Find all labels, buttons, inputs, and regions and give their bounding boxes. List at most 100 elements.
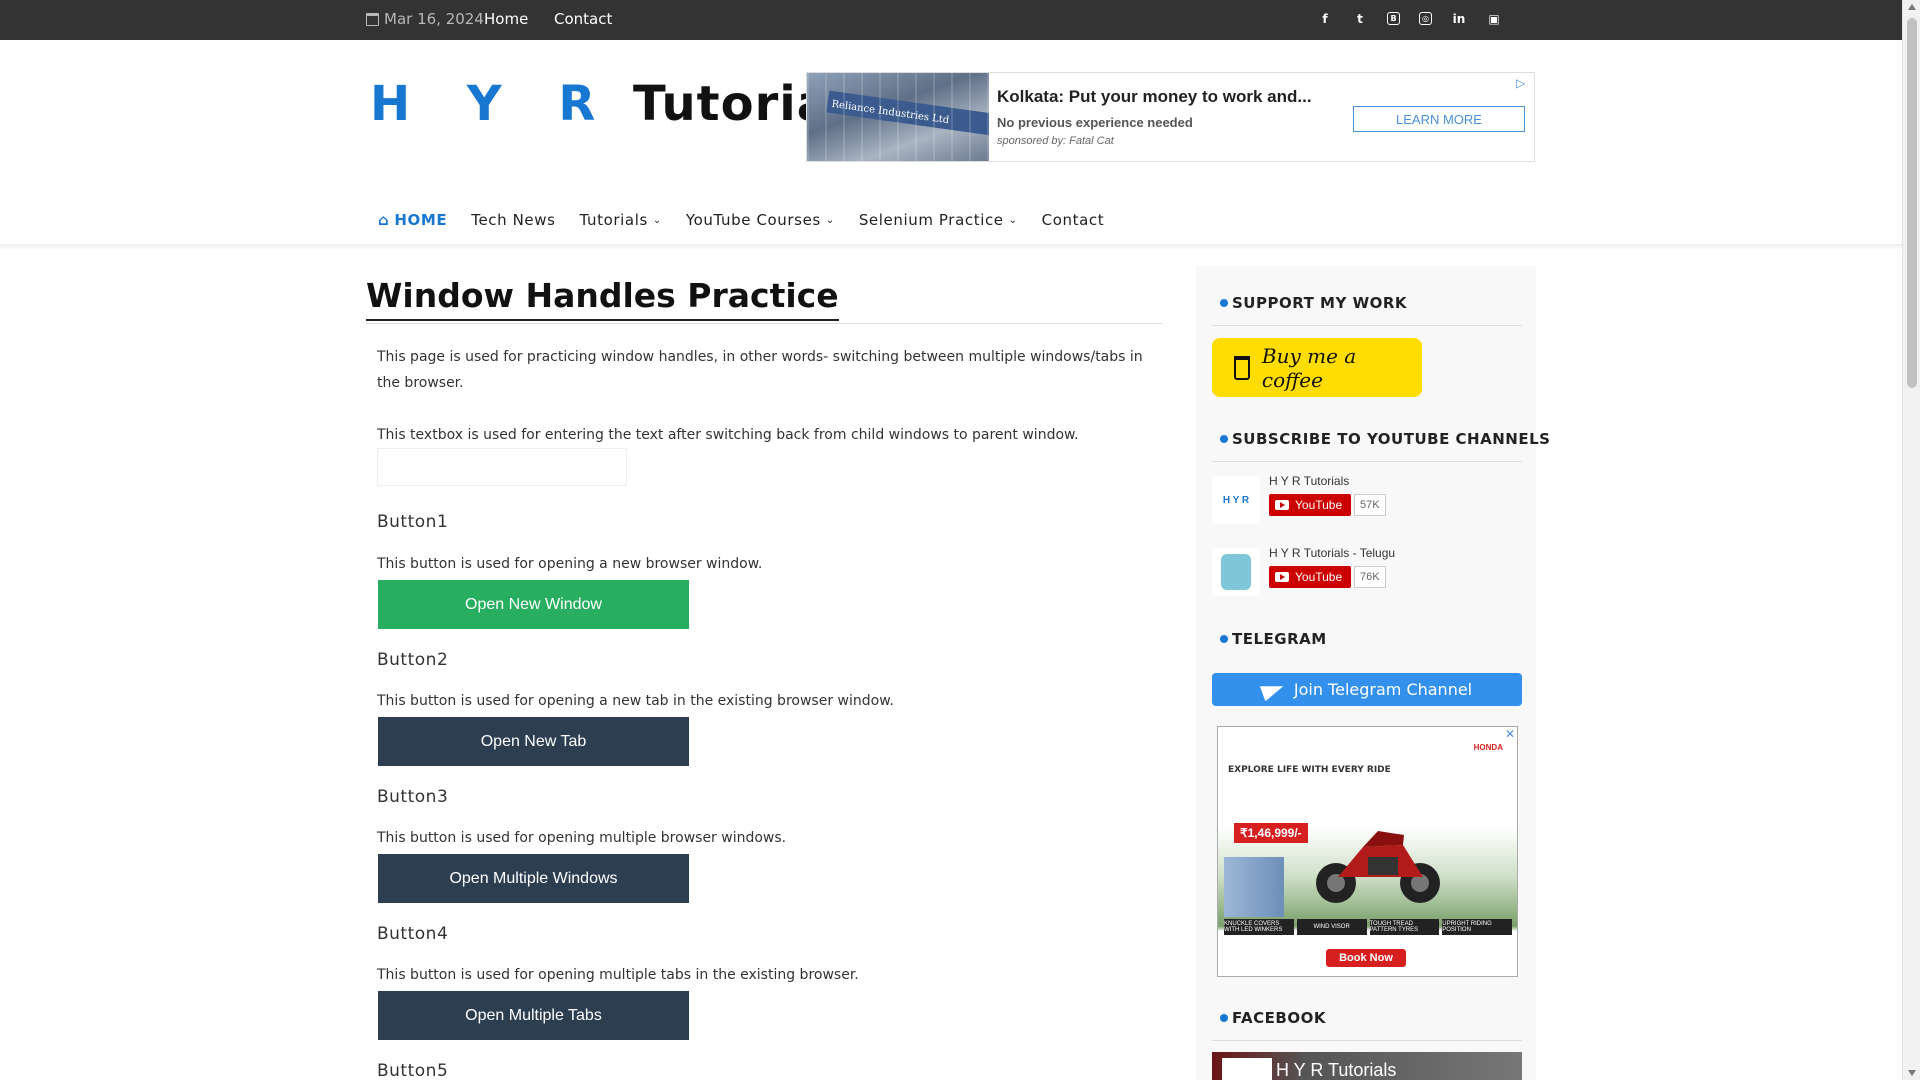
instagram-icon[interactable]: ◎ <box>1419 12 1432 25</box>
ad-image-sign: Reliance Industries Ltd <box>830 98 950 127</box>
nav-item-tech-news[interactable]: Tech News <box>471 211 555 229</box>
nav-item-label: Tech News <box>471 211 556 229</box>
social-links: f t B ◎ in ▣ <box>1317 11 1502 27</box>
channel-avatar[interactable] <box>1212 548 1260 596</box>
facebook-heading: FACEBOOK <box>1220 1009 1326 1027</box>
channel-avatar-text: H Y R <box>1222 494 1250 506</box>
sidebar-ad[interactable]: ✕ HONDA EXPLORE LIFE WITH EVERY RIDE ₹1,… <box>1217 726 1518 977</box>
ad-image: Reliance Industries Ltd <box>807 73 989 161</box>
topbar-link-contact[interactable]: Contact <box>554 10 612 28</box>
title-divider <box>366 323 1162 324</box>
channel-name[interactable]: H Y R Tutorials - Telugu <box>1269 546 1395 560</box>
button1-description: This button is used for opening a new br… <box>377 556 763 572</box>
button2-heading: Button2 <box>377 650 449 670</box>
motorcycle-image <box>1316 831 1440 903</box>
robot-icon <box>1221 554 1251 590</box>
open-multiple-windows-button[interactable]: Open Multiple Windows <box>378 854 689 903</box>
nav-item-tutorials[interactable]: Tutorials ⌄ <box>580 211 662 229</box>
nav-item-label: HOME <box>394 211 448 229</box>
button1-heading: Button1 <box>377 512 449 532</box>
ad-learn-more-button[interactable]: LEARN MORE <box>1353 106 1525 132</box>
join-telegram-button[interactable]: Join Telegram Channel <box>1212 673 1522 706</box>
youtube-subscribe-button[interactable]: YouTube <box>1269 566 1351 588</box>
close-icon[interactable]: ✕ <box>1505 727 1515 741</box>
open-multiple-tabs-button[interactable]: Open Multiple Tabs <box>378 991 689 1040</box>
nav-item-contact[interactable]: Contact <box>1042 211 1105 229</box>
facebook-page-thumbnail <box>1222 1058 1272 1080</box>
nav-item-label: Contact <box>1041 211 1105 229</box>
nav-item-label: YouTube Courses <box>685 211 821 229</box>
facebook-icon[interactable]: f <box>1317 11 1333 27</box>
ad-subtext: No previous experience needed <box>997 115 1193 130</box>
header-ad[interactable]: Reliance Industries Ltd Kolkata: Put you… <box>806 72 1535 162</box>
linkedin-icon[interactable]: in <box>1451 11 1467 27</box>
bullet-icon <box>1220 299 1228 307</box>
building-image <box>1224 857 1284 917</box>
youtube-play-icon <box>1275 500 1289 510</box>
site-logo[interactable]: H Y R Tutorials <box>370 76 877 132</box>
youtube-icon[interactable]: ▣ <box>1486 11 1502 27</box>
buy-me-a-coffee-button[interactable]: Buy me a coffee <box>1212 338 1422 397</box>
bullet-icon <box>1220 1014 1228 1022</box>
scrollbar-thumb[interactable] <box>1907 18 1917 388</box>
support-heading: SUPPORT MY WORK <box>1220 294 1407 312</box>
youtube-button-label: YouTube <box>1295 498 1343 512</box>
channel-name[interactable]: H Y R Tutorials <box>1269 474 1349 488</box>
twitter-icon[interactable]: t <box>1352 11 1368 27</box>
scroll-down-icon[interactable] <box>1908 1070 1916 1076</box>
nav-item-home[interactable]: ⌂ HOME <box>378 211 447 229</box>
telegram-icon <box>1259 678 1286 701</box>
chevron-down-icon: ⌄ <box>825 214 835 226</box>
ad-tagline: EXPLORE LIFE WITH EVERY RIDE <box>1228 765 1391 775</box>
header-divider <box>0 244 1902 250</box>
button5-heading: Button5 <box>377 1061 449 1080</box>
intro-text: This page is used for practicing window … <box>377 349 1143 391</box>
chevron-down-icon: ⌄ <box>652 214 662 226</box>
textbox-description: This textbox is used for entering the te… <box>377 427 1079 443</box>
nav-item-selenium-practice[interactable]: Selenium Practice ⌄ <box>859 211 1018 229</box>
facebook-page-widget[interactable]: H Y R Tutorials <box>1212 1052 1522 1080</box>
button3-description: This button is used for opening multiple… <box>377 830 787 846</box>
facebook-heading-label: FACEBOOK <box>1232 1009 1326 1027</box>
subscriber-count: 76K <box>1354 566 1386 588</box>
scroll-up-icon[interactable] <box>1908 4 1916 10</box>
home-icon: ⌂ <box>378 211 390 229</box>
button3-heading: Button3 <box>377 787 449 807</box>
blogger-icon[interactable]: B <box>1387 12 1400 25</box>
open-new-window-button[interactable]: Open New Window <box>378 580 689 629</box>
calendar-icon <box>366 12 379 26</box>
youtube-channel-row: H Y R H Y R Tutorials YouTube 57K <box>1212 474 1522 530</box>
facebook-page-name[interactable]: H Y R Tutorials <box>1276 1060 1396 1080</box>
ad-feature: WIND VISOR <box>1296 919 1367 935</box>
subscribe-heading: SUBSCRIBE TO YOUTUBE CHANNELS <box>1220 430 1550 448</box>
page-title: Window Handles Practice <box>366 276 839 321</box>
date-display: Mar 16, 2024 <box>366 10 484 28</box>
main-nav: ⌂ HOME Tech News Tutorials ⌄ YouTube Cou… <box>378 211 1128 229</box>
bullet-icon <box>1220 635 1228 643</box>
logo-initials: H Y R <box>370 76 616 132</box>
book-now-button[interactable]: Book Now <box>1326 949 1406 967</box>
youtube-subscribe-button[interactable]: YouTube <box>1269 494 1351 516</box>
name-textbox[interactable] <box>377 448 627 486</box>
open-new-tab-button[interactable]: Open New Tab <box>378 717 689 766</box>
sidebar-divider <box>1212 461 1522 462</box>
ad-sponsor: sponsored by: Fatal Cat <box>997 135 1114 147</box>
telegram-label: Join Telegram Channel <box>1293 680 1473 699</box>
bullet-icon <box>1220 435 1228 443</box>
topbar-link-home[interactable]: Home <box>484 10 528 28</box>
coffee-cup-icon <box>1234 355 1250 380</box>
nav-item-label: Selenium Practice <box>858 211 1004 229</box>
nav-item-youtube-courses[interactable]: YouTube Courses ⌄ <box>686 211 835 229</box>
ad-headline[interactable]: Kolkata: Put your money to work and... <box>997 87 1312 107</box>
sidebar-divider <box>1212 325 1522 326</box>
telegram-heading: TELEGRAM <box>1220 630 1327 648</box>
button4-description: This button is used for opening multiple… <box>377 967 859 983</box>
nav-item-label: Tutorials <box>579 211 648 229</box>
chevron-down-icon: ⌄ <box>1008 214 1018 226</box>
ad-feature-strip: KNUCKLE COVERS WITH LED WINKERS WIND VIS… <box>1224 919 1512 935</box>
page-scrollbar[interactable] <box>1902 0 1920 1080</box>
honda-logo: HONDA <box>1473 743 1503 752</box>
button2-description: This button is used for opening a new ta… <box>377 693 894 709</box>
adchoices-icon[interactable]: ▷ <box>1516 76 1530 90</box>
channel-avatar[interactable]: H Y R <box>1212 476 1260 524</box>
